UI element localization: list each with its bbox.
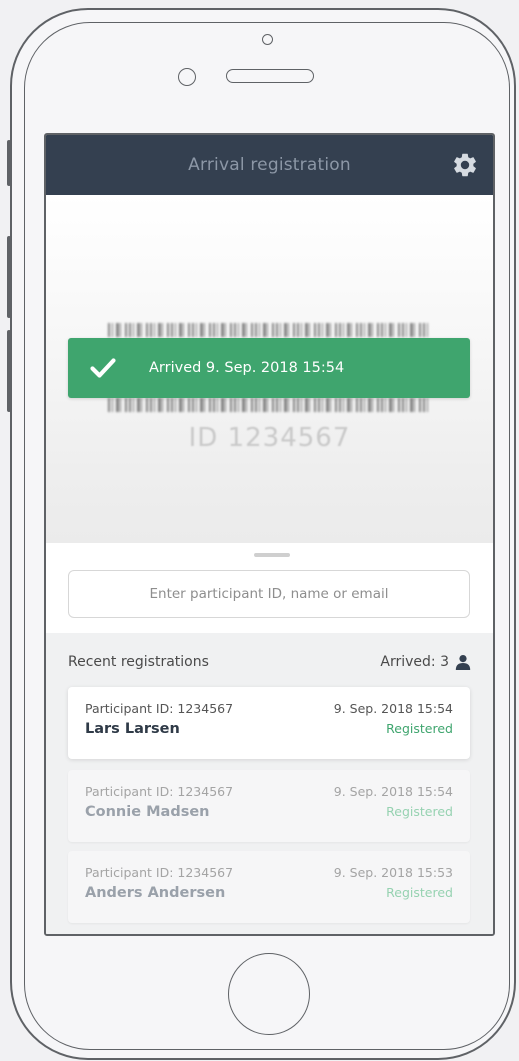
volume-up-button — [7, 236, 11, 318]
registration-card[interactable]: Participant ID: 1234567 9. Sep. 2018 15:… — [68, 770, 470, 842]
mute-switch — [7, 140, 11, 186]
barcode-scanner-view[interactable]: ID 1234567 Arrived 9. Sep. 2018 15:54 — [46, 195, 493, 543]
earpiece-speaker — [226, 69, 314, 83]
recent-registrations: Recent registrations Arrived: 3 Particip… — [46, 633, 493, 934]
participant-name: Lars Larsen — [85, 721, 180, 737]
gear-icon[interactable] — [451, 151, 479, 179]
top-sensor — [262, 34, 273, 45]
participant-id: Participant ID: 1234567 — [85, 865, 234, 880]
scanned-id-text: ID 1234567 — [188, 423, 351, 453]
recent-registrations-title: Recent registrations — [68, 654, 209, 670]
volume-down-button — [7, 330, 11, 412]
check-icon — [90, 358, 116, 378]
participant-name: Connie Madsen — [85, 804, 210, 820]
search-input[interactable] — [68, 570, 470, 618]
registration-status: Registered — [386, 885, 453, 900]
participant-id: Participant ID: 1234567 — [85, 784, 234, 799]
app-header: Arrival registration — [46, 135, 493, 195]
recent-registrations-header: Recent registrations Arrived: 3 — [68, 654, 471, 670]
front-camera — [178, 68, 196, 86]
app-screen: Arrival registration ID 1234567 Arrived … — [44, 133, 495, 936]
arrived-count-label: Arrived: 3 — [380, 654, 449, 670]
registration-card[interactable]: Participant ID: 1234567 9. Sep. 2018 15:… — [68, 851, 470, 923]
home-button[interactable] — [228, 953, 310, 1035]
participant-id: Participant ID: 1234567 — [85, 701, 234, 716]
page-title: Arrival registration — [188, 155, 351, 175]
barcode-stripes-top — [108, 323, 430, 337]
user-icon — [455, 655, 471, 670]
drag-handle[interactable] — [254, 553, 290, 557]
registration-card[interactable]: Participant ID: 1234567 9. Sep. 2018 15:… — [68, 687, 470, 759]
search-sheet — [46, 543, 493, 633]
registration-time: 9. Sep. 2018 15:54 — [333, 784, 453, 799]
registration-time: 9. Sep. 2018 15:53 — [333, 865, 453, 880]
toast-message: Arrived 9. Sep. 2018 15:54 — [149, 360, 345, 376]
arrival-success-toast: Arrived 9. Sep. 2018 15:54 — [68, 338, 470, 398]
registration-status: Registered — [386, 721, 453, 736]
barcode-stripes-bottom — [108, 398, 430, 412]
participant-name: Anders Andersen — [85, 885, 226, 901]
registration-time: 9. Sep. 2018 15:54 — [333, 701, 453, 716]
arrived-count: Arrived: 3 — [380, 654, 471, 670]
registration-status: Registered — [386, 804, 453, 819]
